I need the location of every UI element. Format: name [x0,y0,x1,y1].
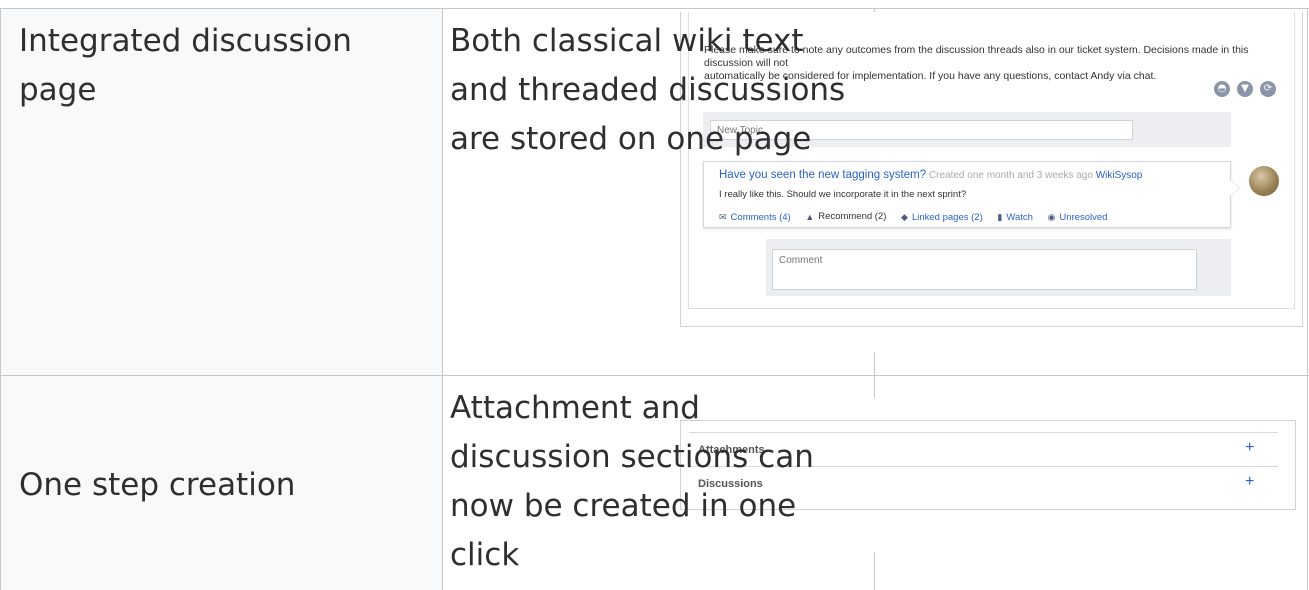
status-icon: ◉ [1047,211,1056,222]
description-line: click [450,537,520,573]
avatar[interactable] [1249,166,1279,196]
description-line: discussion sections can [450,439,814,475]
watch-label: Watch [1006,211,1033,223]
table-col-divider-1 [442,8,443,590]
refresh-icon[interactable]: ⟳ [1260,81,1276,97]
recommend-action[interactable]: ▲ Recommend (2) [805,211,886,222]
flame-icon: ▲ [805,211,815,222]
description-line: Both classical wiki text [450,23,804,59]
description-line: now be created in one [450,488,797,524]
tag-icon: ◆ [901,211,908,222]
description-text-2: Attachment and discussion sections can n… [450,384,814,580]
topic-body: I really like this. Should we incorporat… [719,189,967,200]
comments-label: Comments (4) [730,211,791,223]
topic-author[interactable]: WikiSysop [1096,170,1143,181]
bubble-tail [1229,179,1239,197]
topic-header: Have you seen the new tagging system? Cr… [719,169,1142,181]
linked-pages-label: Linked pages (2) [911,211,983,223]
bookmark-icon: ▮ [997,211,1003,222]
description-text-1: Both classical wiki text and threaded di… [450,17,845,164]
description-line: are stored on one page [450,121,812,157]
topic-title[interactable]: Have you seen the new tagging system? [719,169,926,181]
chart-icon[interactable]: ◓ [1214,81,1230,97]
unresolved-label: Unresolved [1059,211,1108,223]
comment-input[interactable]: Comment [772,249,1197,290]
feature-line: One step creation [19,467,296,503]
table-left-border [0,8,1,590]
table-row-divider [0,375,1309,376]
watch-action[interactable]: ▮ Watch [997,212,1033,223]
feature-line: page [19,72,97,108]
description-line: and threaded discussions [450,72,846,108]
comment-panel: Comment [766,239,1231,296]
feature-text-1: Integrated discussion page [19,17,352,115]
unresolved-action[interactable]: ◉ Unresolved [1048,212,1108,223]
add-discussions-button[interactable]: + [1245,473,1254,491]
topic-created: Created one month and 3 weeks ago [928,170,1093,181]
topic-actions: ✉ Comments (4) ▲ Recommend (2) ◆ Linked pag… [719,211,1119,223]
comments-action[interactable]: ✉ Comments (4) [719,212,791,223]
linked-pages-action[interactable]: ◆ Linked pages (2) [901,212,983,223]
filter-icon[interactable]: ▼ [1237,81,1253,97]
comments-icon: ✉ [719,211,727,222]
feature-text-2: One step creation [19,461,295,510]
feature-line: Integrated discussion [19,23,352,59]
table-right-border [1307,8,1308,590]
topic-card: Have you seen the new tagging system? Cr… [703,161,1231,228]
description-line: Attachment and [450,390,700,426]
table-top-border [0,8,1309,9]
add-attachments-button[interactable]: + [1245,439,1254,457]
recommend-label: Recommend (2) [818,211,887,222]
